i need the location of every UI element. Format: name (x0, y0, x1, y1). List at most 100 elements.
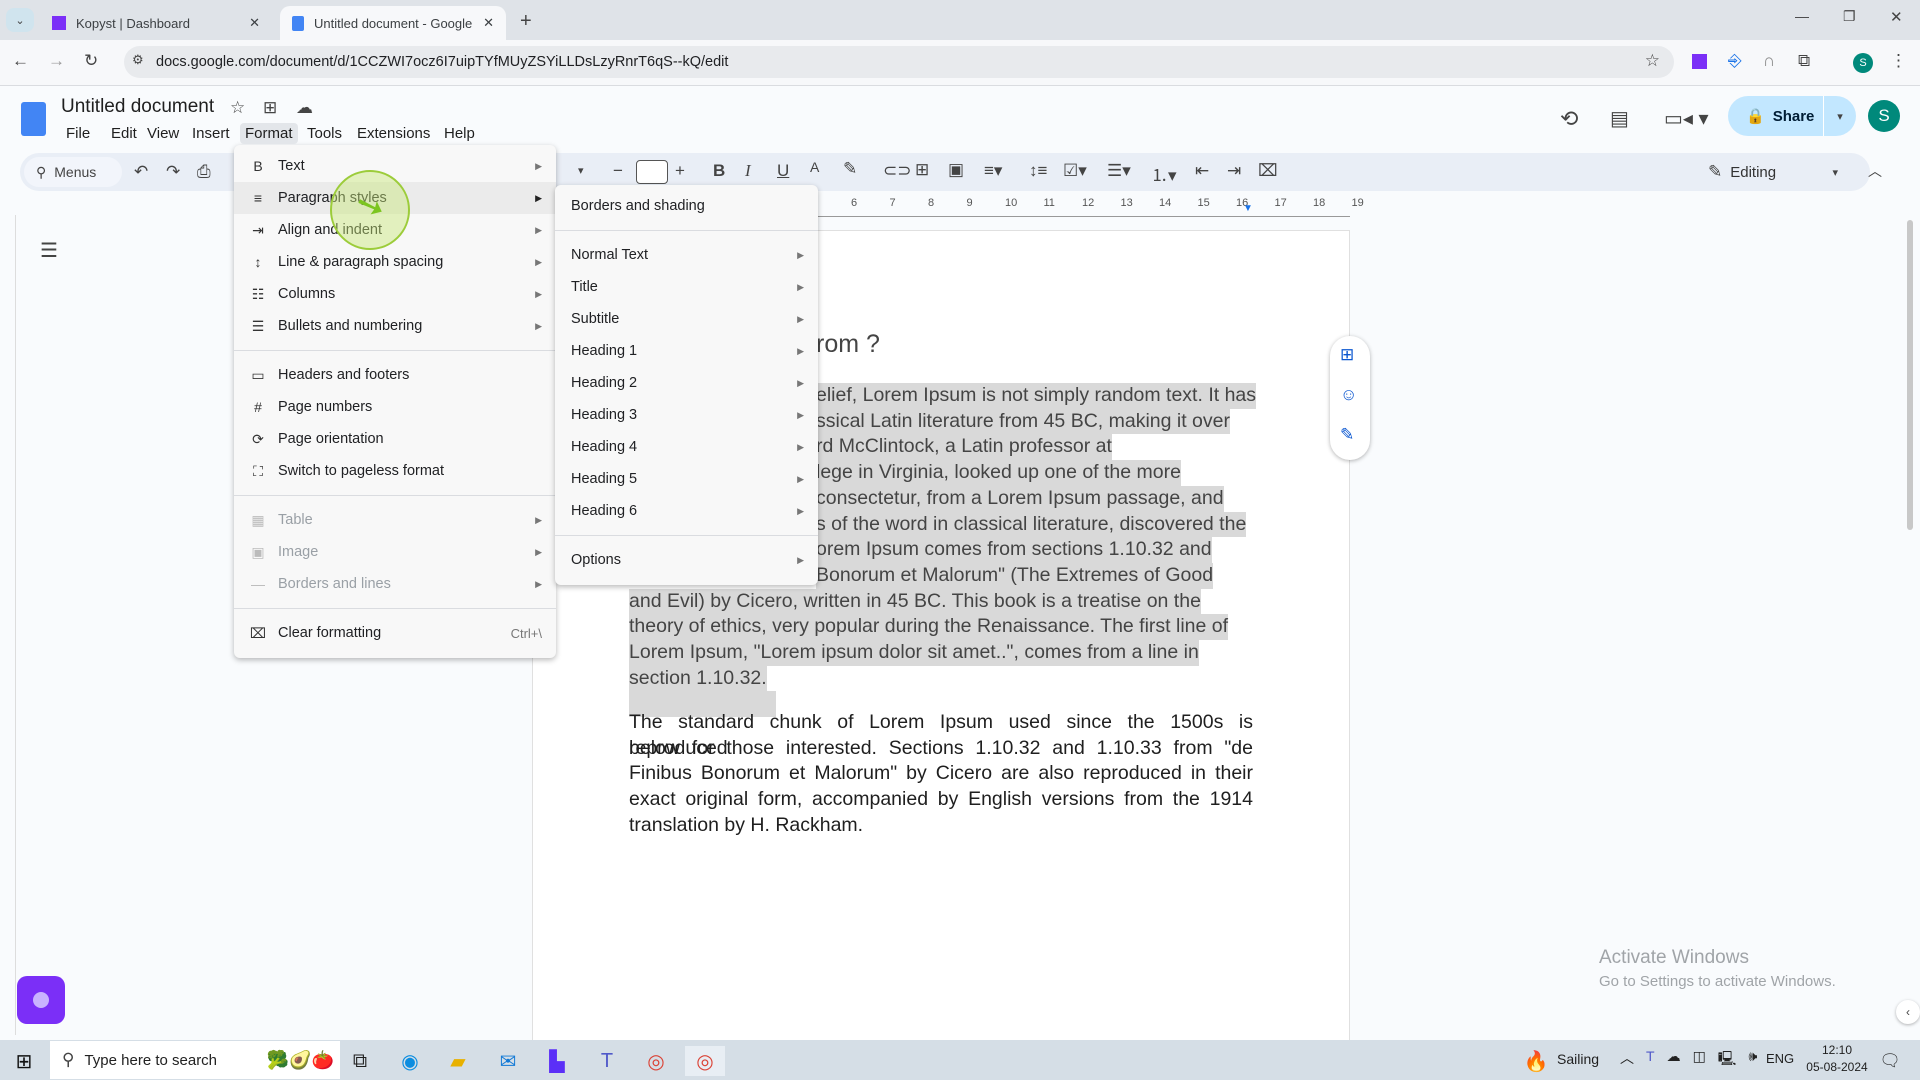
kopyst-widget-button[interactable] (17, 976, 65, 1024)
menu-edit[interactable]: Edit (106, 123, 142, 144)
link-icon[interactable]: ⊂⊃ (883, 161, 912, 181)
decrease-font-size-icon[interactable]: − (613, 161, 623, 181)
site-settings-icon[interactable]: ⚙ (132, 52, 144, 68)
menu-item-options[interactable]: Options ▶ (555, 544, 818, 576)
scrollbar[interactable] (1907, 105, 1913, 1065)
comments-icon[interactable]: ▤ (1610, 106, 1629, 131)
docs-logo[interactable] (21, 102, 46, 136)
chrome-s-icon[interactable]: ◎ (685, 1046, 725, 1076)
minimize-icon[interactable]: — (1795, 8, 1809, 24)
profile-avatar[interactable]: S (1853, 53, 1873, 73)
increase-indent-icon[interactable]: ⇥ (1227, 161, 1241, 181)
tab-google-docs[interactable]: Untitled document - Google Do ✕ (280, 6, 506, 40)
document-title[interactable]: Untitled document (61, 96, 214, 118)
menu-item-columns[interactable]: ☷ Columns ▶ (234, 278, 556, 310)
redo-icon[interactable]: ↷ (166, 162, 180, 182)
teams-tray-icon[interactable]: T (1646, 1048, 1655, 1072)
menu-file[interactable]: File (61, 123, 95, 144)
vertical-ruler[interactable] (0, 215, 16, 1035)
mail-icon[interactable]: ✉ (488, 1046, 528, 1076)
menu-item-clear-formatting[interactable]: ⌧ Clear formatting Ctrl+\ (234, 617, 556, 649)
file-explorer-icon[interactable]: ▰ (438, 1046, 478, 1076)
menu-item-line-paragraph-spacing[interactable]: ↕ Line & paragraph spacing ▶ (234, 246, 556, 278)
align-icon[interactable]: ≡▾ (984, 161, 1002, 181)
language-indicator[interactable]: ENG (1766, 1051, 1794, 1066)
menu-item-subtitle[interactable]: Subtitle ▶ (555, 303, 818, 335)
share-button[interactable]: 🔒 Share ▾ (1728, 96, 1856, 136)
extensions-puzzle-icon[interactable]: ⧉ (1798, 51, 1810, 71)
menu-item-headers-and-footers[interactable]: ▭ Headers and footers (234, 359, 556, 391)
decrease-indent-icon[interactable]: ⇤ (1195, 161, 1209, 181)
camera-icon[interactable]: ◫ (1693, 1048, 1706, 1072)
menu-tools[interactable]: Tools (302, 123, 347, 144)
insert-image-icon[interactable]: ▣ (948, 160, 964, 180)
editing-mode-dropdown[interactable]: ✎ Editing ▾ (1708, 160, 1838, 184)
bold-icon[interactable]: B (713, 161, 725, 181)
menu-item-heading-5[interactable]: Heading 5 ▶ (555, 463, 818, 495)
print-icon[interactable]: ⎙ (197, 162, 211, 182)
close-window-icon[interactable]: ✕ (1890, 8, 1903, 26)
line-spacing-icon[interactable]: ↕≡ (1029, 161, 1047, 181)
menus-search[interactable]: ⚲ Menus (24, 157, 122, 187)
new-tab-icon[interactable]: + (520, 10, 532, 33)
checklist-icon[interactable]: ☑▾ (1063, 161, 1087, 181)
task-view-icon[interactable]: ⧉ (340, 1046, 380, 1076)
move-folder-icon[interactable]: ⊞ (263, 98, 277, 118)
onedrive-icon[interactable]: ☁ (1667, 1048, 1681, 1072)
browser-menu-icon[interactable]: ⋮ (1890, 51, 1907, 71)
clear-formatting-icon[interactable]: ⌧ (1258, 161, 1278, 181)
star-icon[interactable]: ☆ (230, 98, 245, 118)
menu-item-heading-4[interactable]: Heading 4 ▶ (555, 431, 818, 463)
close-tab-icon[interactable]: ✕ (483, 15, 494, 31)
menu-item-heading-1[interactable]: Heading 1 ▶ (555, 335, 818, 367)
text-color-icon[interactable]: A (810, 159, 819, 175)
menu-extensions[interactable]: Extensions (352, 123, 435, 144)
extension-arc-icon[interactable]: ∩ (1763, 51, 1775, 71)
increase-font-size-icon[interactable]: + (675, 161, 685, 181)
menu-item-normal-text[interactable]: Normal Text ▶ (555, 239, 818, 271)
menu-item-heading-6[interactable]: Heading 6 ▶ (555, 495, 818, 527)
underline-icon[interactable]: U (777, 161, 789, 181)
notifications-icon[interactable]: 🗨 (1870, 1046, 1910, 1076)
address-bar[interactable]: ⚙ docs.google.com/document/d/1CCZWI7ocz6… (124, 46, 1674, 78)
close-tab-icon[interactable]: ✕ (249, 15, 260, 31)
hide-menus-icon[interactable]: ︿ (1868, 161, 1882, 181)
windows-start-icon[interactable]: ⊞ (4, 1046, 44, 1076)
meet-icon[interactable]: ▭◂ ▾ (1664, 106, 1709, 131)
italic-icon[interactable]: I (745, 161, 751, 181)
suggest-edit-icon[interactable]: ✎ (1340, 425, 1354, 445)
tab-kopyst[interactable]: Kopyst | Dashboard ✕ (40, 6, 272, 40)
version-history-icon[interactable]: ⟲ (1560, 106, 1578, 132)
menu-item-bullets-and-numbering[interactable]: ☰ Bullets and numbering ▶ (234, 310, 556, 342)
taskbar-search[interactable]: ⚲ Type here to search 🥦🥑🍅 (50, 1041, 340, 1079)
menu-format[interactable]: Format (240, 123, 298, 144)
menu-item-title[interactable]: Title ▶ (555, 271, 818, 303)
share-dropdown-icon[interactable]: ▾ (1824, 110, 1856, 123)
menu-item-page-orientation[interactable]: ⟳ Page orientation (234, 423, 556, 455)
tab-search-button[interactable]: ⌄ (6, 8, 34, 32)
teams-icon[interactable]: T (587, 1046, 627, 1076)
menu-item-text[interactable]: B Text ▶ (234, 150, 556, 182)
system-tray[interactable]: ︿ T ☁ ◫ 🖳 🕪 (1620, 1048, 1757, 1072)
account-avatar[interactable]: S (1868, 100, 1900, 132)
menu-item-switch-to-pageless-format[interactable]: ⛶ Switch to pageless format (234, 455, 556, 487)
add-comment-icon[interactable]: ⊞ (1340, 345, 1354, 365)
emoji-reaction-icon[interactable]: ☺ (1340, 385, 1357, 405)
clock[interactable]: 12:10 05-08-2024 (1802, 1042, 1872, 1076)
undo-icon[interactable]: ↶ (134, 162, 148, 182)
menu-item-page-numbers[interactable]: # Page numbers (234, 391, 556, 423)
font-dropdown-icon[interactable]: ▾ (578, 164, 584, 177)
restore-icon[interactable]: ❐ (1843, 8, 1856, 25)
cloud-saved-icon[interactable]: ☁ (296, 98, 313, 118)
menu-help[interactable]: Help (439, 123, 480, 144)
menu-insert[interactable]: Insert (187, 123, 235, 144)
reload-icon[interactable]: ↻ (84, 51, 98, 71)
show-hidden-icons-icon[interactable]: ︿ (1620, 1048, 1634, 1072)
right-indent-marker[interactable]: ▼ (1243, 203, 1253, 214)
kopyst-taskbar-icon[interactable]: ▙ (537, 1046, 577, 1076)
add-comment-icon[interactable]: ⊞ (915, 160, 929, 180)
volume-icon[interactable]: 🕪 (1748, 1048, 1757, 1072)
font-size-input[interactable] (636, 160, 668, 184)
chrome-a-icon[interactable]: ◎ (636, 1046, 676, 1076)
network-icon[interactable]: 🖳 (1718, 1048, 1737, 1072)
